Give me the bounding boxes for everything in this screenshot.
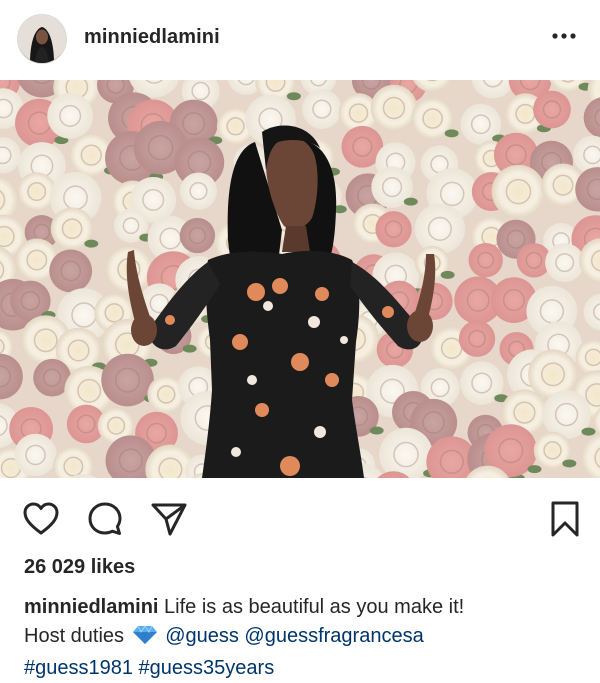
share-icon[interactable] [150, 500, 188, 538]
likes-count[interactable]: 26 029 likes [24, 556, 135, 579]
hashtag-guess35years[interactable]: #guess35years [139, 657, 275, 679]
flower-wall-photo [0, 80, 600, 478]
mention-guess[interactable]: @guess [165, 625, 239, 647]
post-username[interactable]: minniedlamini [84, 26, 220, 49]
gem-stone-icon [132, 625, 158, 654]
post-caption: minniedlamini Life is as beautiful as yo… [24, 593, 584, 683]
post-header: minniedlamini [0, 0, 600, 80]
hashtag-guess1981[interactable]: #guess1981 [24, 657, 133, 679]
caption-text: Life is as beautiful as you make it! [164, 596, 465, 618]
caption-line2: Host duties [24, 625, 125, 647]
more-options-icon[interactable] [550, 22, 578, 50]
heart-icon[interactable] [22, 500, 60, 538]
comment-icon[interactable] [86, 500, 124, 538]
caption-username[interactable]: minniedlamini [24, 596, 158, 618]
post-photo[interactable] [0, 80, 600, 478]
avatar[interactable] [17, 14, 67, 64]
post-actions [0, 478, 600, 558]
bookmark-icon[interactable] [546, 500, 584, 538]
mention-guessfragrancesa[interactable]: @guessfragrancesa [244, 625, 423, 647]
avatar-image [18, 15, 66, 63]
